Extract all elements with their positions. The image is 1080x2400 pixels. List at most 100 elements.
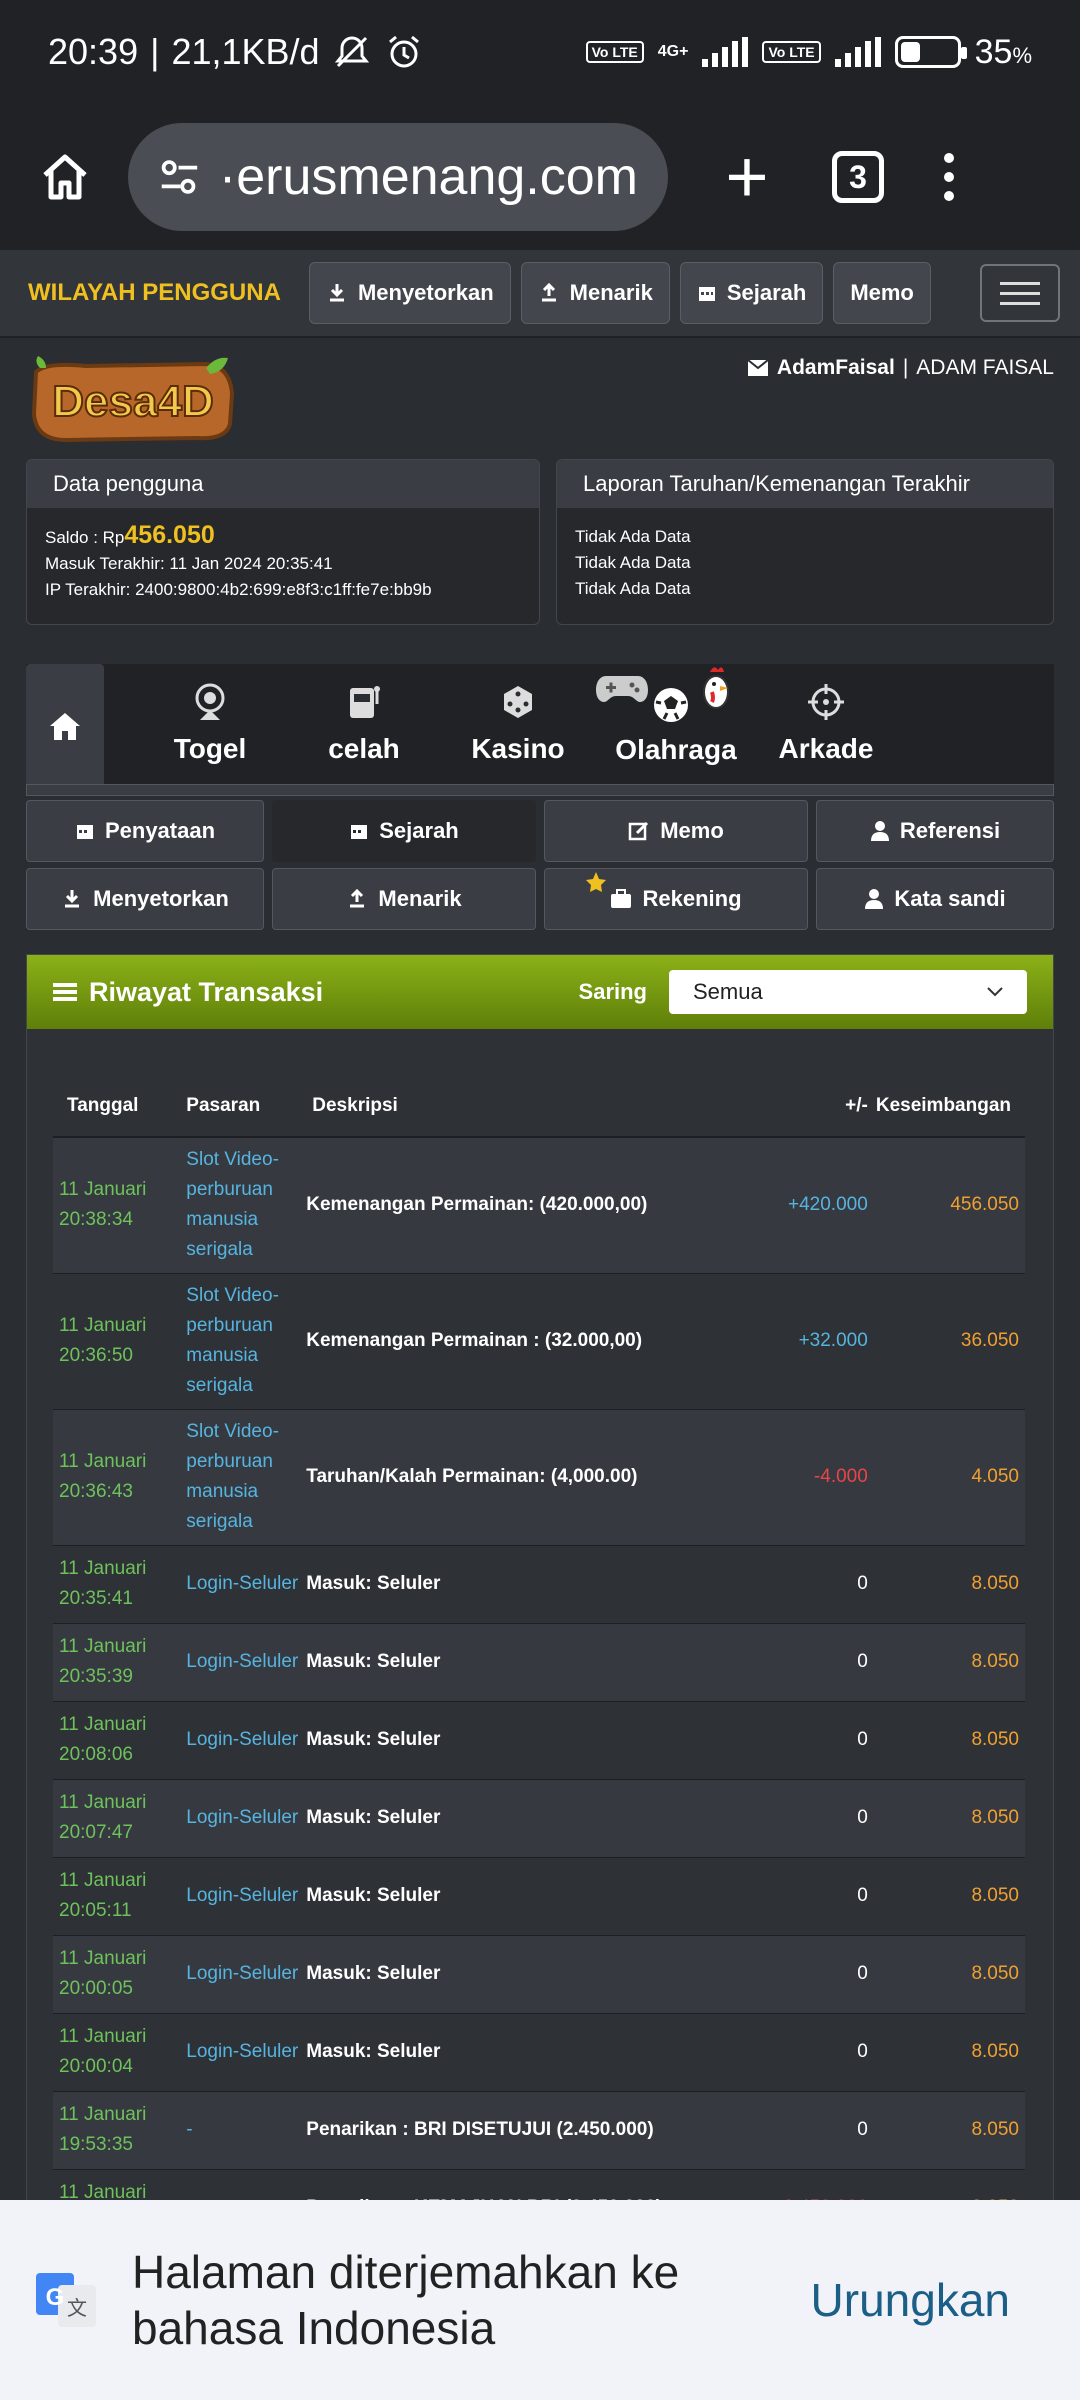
menu-memo[interactable]: Memo: [544, 800, 808, 862]
row-market[interactable]: Slot Video-perburuan manusia serigala: [176, 1273, 303, 1410]
saldo-value: 456.050: [124, 521, 215, 549]
last-ip: IP Terakhir: 2400:9800:4b2:699:e8f3:c1ff…: [45, 580, 432, 599]
col-description: Deskripsi: [302, 1075, 748, 1138]
row-market[interactable]: Login-Seluler: [176, 1935, 303, 2014]
list-icon: [53, 983, 77, 1001]
deposit-icon: [65, 890, 80, 908]
row-amount: 0: [747, 1935, 872, 2014]
tab-olahraga[interactable]: Olahraga: [586, 664, 766, 766]
withdraw-icon: [541, 282, 556, 302]
user-icon: [865, 889, 884, 909]
table-row: 11 Januari 20:00:05 Login-Seluler Masuk: Se…: [53, 1935, 1025, 2014]
report-line: Tidak Ada Data: [575, 553, 691, 572]
transaction-history-panel: Riwayat Transaksi Saring Semua Tanggal P…: [26, 954, 1054, 2204]
row-amount: +32.000: [747, 1273, 872, 1410]
table-row: 11 Januari 20:08:06 Login-Seluler Masuk: Se…: [53, 1701, 1025, 1780]
row-description: Masuk: Seluler: [302, 1701, 748, 1780]
tab-switcher-button[interactable]: 3: [832, 151, 884, 203]
menu-statement[interactable]: Penyataan: [26, 800, 264, 862]
nav-history-button[interactable]: Sejarah: [679, 262, 824, 324]
menu-password[interactable]: Kata sandi: [816, 868, 1054, 930]
tab-togel[interactable]: Togel: [150, 682, 270, 765]
clock: 20:39: [48, 31, 139, 72]
home-button[interactable]: [30, 142, 100, 212]
row-market[interactable]: Login-Seluler: [176, 1701, 303, 1780]
tab-home[interactable]: [26, 664, 104, 788]
star-icon: [586, 872, 606, 892]
desa4d-logo[interactable]: Desa4D: [26, 354, 240, 446]
table-row: 11 Januari 20:36:43 Slot Video-perburuan m…: [53, 1409, 1025, 1546]
row-amount: 0: [747, 2091, 872, 2170]
nav-deposit-button[interactable]: Menyetorkan: [308, 262, 511, 324]
menu-referral[interactable]: Referensi: [816, 800, 1054, 862]
row-date: 11 Januari 20:00:05: [53, 1935, 177, 2014]
svg-text:文: 文: [67, 2296, 87, 2320]
row-description: Masuk: Seluler: [302, 1545, 748, 1624]
row-amount: 0: [747, 1701, 872, 1780]
calendar-icon: [76, 825, 93, 839]
hamburger-menu-button[interactable]: [980, 264, 1060, 322]
svg-text:Desa4D: Desa4D: [52, 377, 213, 426]
battery-percent: 35: [974, 32, 1013, 71]
url-bar[interactable]: ·erusmenang.com: [128, 123, 668, 231]
table-row: 11 Januari19:53:53-Penarikan : KEMAJUAN …: [53, 2169, 1025, 2203]
row-balance: 8.050: [871, 1779, 1025, 1858]
signal-icon: [702, 37, 749, 67]
new-tab-button[interactable]: +: [712, 140, 782, 214]
row-date: 11 Januari 20:07:47: [53, 1779, 177, 1858]
browser-toolbar: ·erusmenang.com + 3: [0, 104, 1080, 250]
row-description: Masuk: Seluler: [302, 1623, 748, 1702]
nav-withdraw-button[interactable]: Menarik: [520, 262, 670, 324]
status-bar: 20:39 | 21,1KB/d Vo LTE 4G+ Vo LTE 35%: [0, 0, 1080, 104]
filter-select[interactable]: Semua: [669, 970, 1027, 1014]
username[interactable]: AdamFaisal: [777, 356, 895, 380]
browser-menu-button[interactable]: [944, 153, 954, 201]
site-nav: WILAYAH PENGGUNA Menyetorkan Menarik Sej…: [0, 250, 1080, 338]
filter-label: Saring: [578, 979, 647, 1004]
row-date: 11 Januari 20:35:41: [53, 1545, 177, 1624]
battery-icon: [894, 36, 967, 68]
nav-memo-button[interactable]: Memo: [833, 262, 931, 324]
row-balance: 8.050: [871, 1857, 1025, 1936]
menu-account[interactable]: Rekening: [544, 868, 808, 930]
menu-history[interactable]: Sejarah: [272, 800, 536, 862]
tab-arkade[interactable]: Arkade: [766, 682, 886, 765]
row-market[interactable]: Login-Seluler: [176, 1623, 303, 1702]
crosshair-icon: [808, 684, 844, 720]
network-speed: 21,1KB/d: [171, 31, 320, 72]
google-translate-icon: G 文: [36, 2273, 96, 2327]
row-market[interactable]: Login-Seluler: [176, 1545, 303, 1624]
row-market[interactable]: -: [176, 2169, 303, 2203]
undo-translate-button[interactable]: Urungkan: [811, 2273, 1010, 2327]
menu-deposit[interactable]: Menyetorkan: [26, 868, 264, 930]
withdraw-icon: [350, 888, 365, 908]
translate-message: Halaman diterjemahkan ke bahasa Indonesi…: [132, 2246, 680, 2354]
row-amount: -2.450.000: [747, 2169, 872, 2203]
row-amount: +420.000: [747, 1137, 872, 1274]
row-description: Masuk: Seluler: [302, 1779, 748, 1858]
rooster-icon: [703, 667, 729, 709]
user-icon: [870, 821, 889, 841]
row-balance: 8.050: [871, 2013, 1025, 2092]
row-market[interactable]: Slot Video-perburuan manusia serigala: [176, 1137, 303, 1274]
deposit-icon: [329, 284, 344, 302]
row-market[interactable]: -: [176, 2091, 303, 2170]
tab-celah[interactable]: celah: [304, 682, 424, 765]
row-amount: 0: [747, 2013, 872, 2092]
row-market[interactable]: Login-Seluler: [176, 1779, 303, 1858]
row-amount: 0: [747, 1857, 872, 1936]
row-market[interactable]: Slot Video-perburuan manusia serigala: [176, 1409, 303, 1546]
calendar-icon: [351, 825, 368, 839]
tab-kasino[interactable]: Kasino: [458, 682, 578, 765]
row-market[interactable]: Login-Seluler: [176, 1857, 303, 1936]
row-date: 11 Januari 20:05:11: [53, 1857, 177, 1936]
report-panel: Laporan Taruhan/Kemenangan Terakhir Tida…: [556, 459, 1054, 625]
row-market[interactable]: Login-Seluler: [176, 2013, 303, 2092]
calendar-icon: [698, 287, 715, 301]
row-balance: 8.050: [871, 1545, 1025, 1624]
briefcase-icon: [611, 889, 632, 908]
menu-withdraw[interactable]: Menarik: [272, 868, 536, 930]
alarm-icon: [388, 35, 419, 68]
row-description: Masuk: Seluler: [302, 1857, 748, 1936]
account-menu: Penyataan Sejarah Memo Referensi Menyeto…: [26, 800, 1054, 936]
